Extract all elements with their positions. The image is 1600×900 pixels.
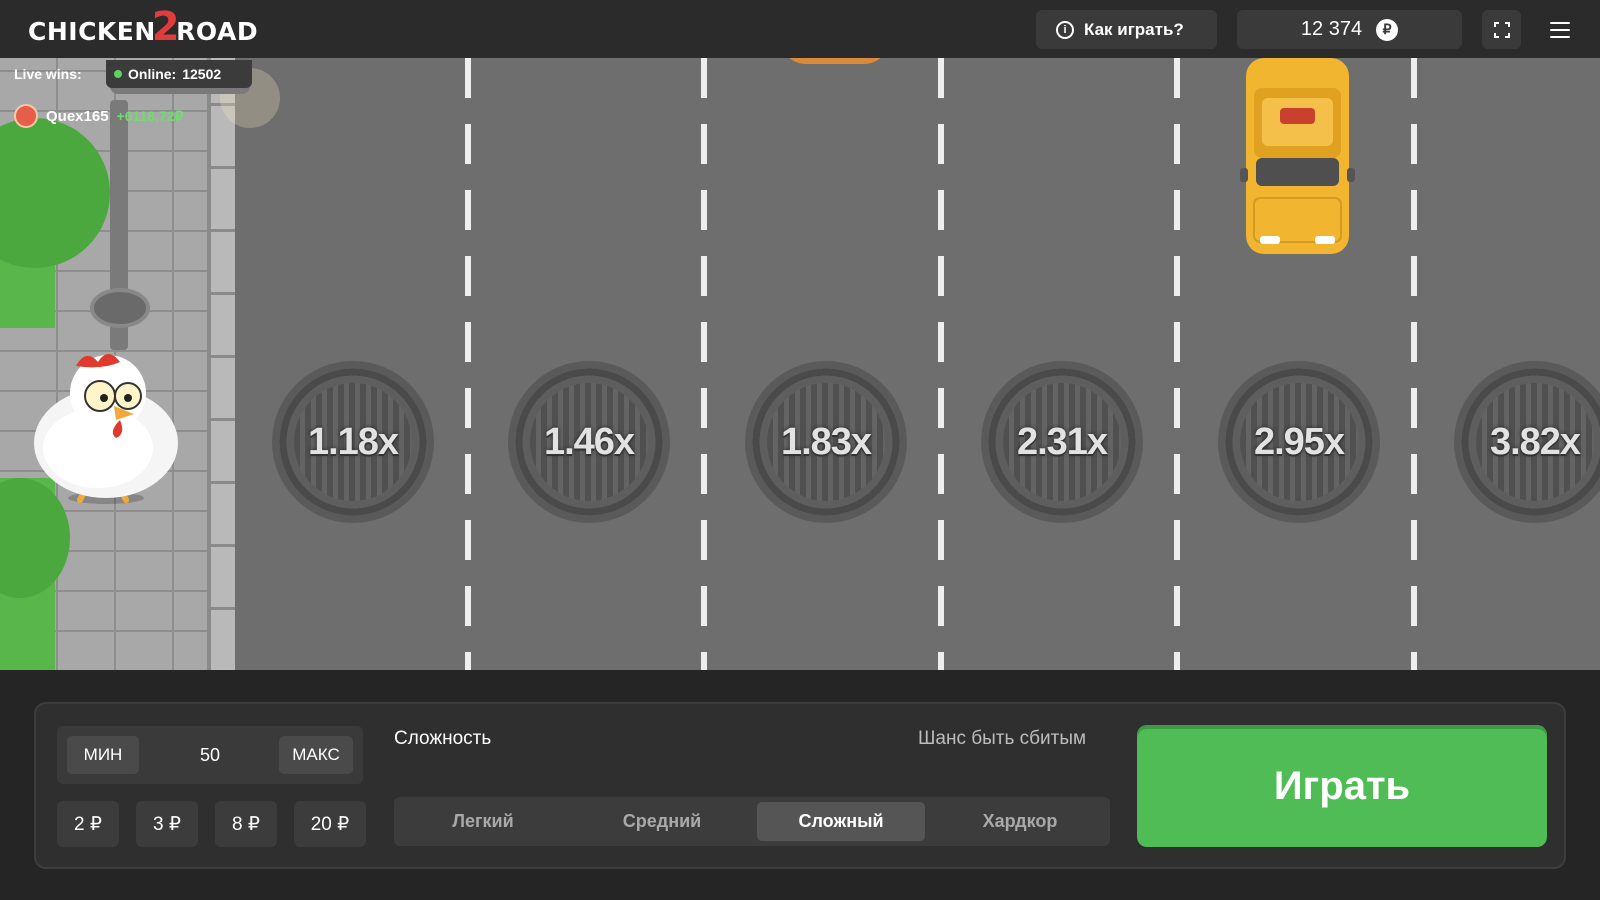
top-bar: CHICKEN 2 ROAD i Как играть? 12 374 ₽ <box>0 0 1600 58</box>
bet-amount-input[interactable]: 50 <box>167 736 253 774</box>
curb <box>207 58 235 670</box>
game-logo: CHICKEN 2 ROAD <box>28 7 259 50</box>
hit-chance-label: Шанс быть сбитым <box>918 728 1087 749</box>
play-button[interactable]: Играть <box>1137 725 1547 847</box>
control-panel: МИН 50 МАКС 2 ₽ 3 ₽ 8 ₽ 20 ₽ Сложность Ш… <box>34 702 1566 869</box>
hamburger-menu-icon <box>1549 21 1570 24</box>
multiplier-label: 2.95x <box>1253 420 1345 463</box>
fullscreen-button[interactable] <box>1482 10 1521 49</box>
lane-divider <box>1174 58 1180 670</box>
fullscreen-icon <box>1493 21 1510 38</box>
balance-display: 12 374 ₽ <box>1237 10 1462 49</box>
max-bet-button[interactable]: МАКС <box>279 736 353 774</box>
lane-divider <box>1411 58 1417 670</box>
avatar <box>14 104 38 128</box>
lane-divider <box>465 58 471 670</box>
bet-chip-20[interactable]: 20 ₽ <box>294 801 366 847</box>
info-icon: i <box>1056 20 1074 39</box>
game-root: CHICKEN 2 ROAD i Как играть? 12 374 ₽ 1.… <box>0 0 1600 900</box>
bet-chip-3[interactable]: 3 ₽ <box>136 801 198 847</box>
difficulty-label: Сложность <box>394 728 492 749</box>
logo-text-left: CHICKEN <box>28 16 156 46</box>
multiplier-hatch[interactable]: 1.46x <box>508 361 670 523</box>
bet-chip-2[interactable]: 2 ₽ <box>57 801 119 847</box>
online-counter: Online: 12502 <box>106 60 252 88</box>
multiplier-hatch[interactable]: 3.82x <box>1454 361 1600 523</box>
difficulty-hard-button[interactable]: Сложный <box>757 802 925 841</box>
bet-chip-8[interactable]: 8 ₽ <box>215 801 277 847</box>
balance-value: 12 374 <box>1300 18 1363 40</box>
online-count: 12502 <box>182 66 222 82</box>
multiplier-label: 2.31x <box>1016 420 1108 463</box>
multiplier-label: 1.83x <box>780 420 872 463</box>
difficulty-hardcore-button[interactable]: Хардкор <box>936 802 1104 841</box>
difficulty-selector: Легкий Средний Сложный Хардкор <box>394 797 1110 846</box>
lane-divider <box>938 58 944 670</box>
live-win-entry: Quex165 +6118,72₽ <box>14 103 183 129</box>
chicken-character-icon <box>34 354 178 504</box>
min-bet-button[interactable]: МИН <box>67 736 139 774</box>
online-label: Online: <box>128 66 177 82</box>
logo-two: 2 <box>151 4 181 50</box>
multiplier-hatch[interactable]: 2.31x <box>981 361 1143 523</box>
lane-divider <box>701 58 707 670</box>
how-to-play-label: Как играть? <box>1084 19 1184 39</box>
multiplier-hatch[interactable]: 1.18x <box>272 361 434 523</box>
ruble-coin-icon: ₽ <box>1376 18 1399 41</box>
logo-text-right: ROAD <box>176 16 259 46</box>
menu-button[interactable] <box>1540 10 1579 49</box>
live-wins-label: Live wins: <box>14 66 82 82</box>
bet-amount-control: МИН 50 МАКС <box>57 726 363 784</box>
online-status-icon <box>114 70 122 78</box>
taxi-car-icon <box>1240 58 1355 254</box>
multiplier-label: 3.82x <box>1489 420 1581 463</box>
winner-amount: +6118,72₽ <box>116 107 184 124</box>
multiplier-label: 1.46x <box>543 420 635 463</box>
difficulty-medium-button[interactable]: Средний <box>578 802 746 841</box>
game-field: 1.18x 1.46x 1.83x 2.31x 2.95x 3.82x <box>0 58 1600 670</box>
winner-name: Quex165 <box>46 107 109 125</box>
car-icon <box>780 58 890 64</box>
street-lamp-base <box>90 288 150 328</box>
multiplier-label: 1.18x <box>307 420 399 463</box>
difficulty-easy-button[interactable]: Легкий <box>399 802 567 841</box>
multiplier-hatch[interactable]: 1.83x <box>745 361 907 523</box>
multiplier-hatch[interactable]: 2.95x <box>1218 361 1380 523</box>
how-to-play-button[interactable]: i Как играть? <box>1036 10 1217 49</box>
